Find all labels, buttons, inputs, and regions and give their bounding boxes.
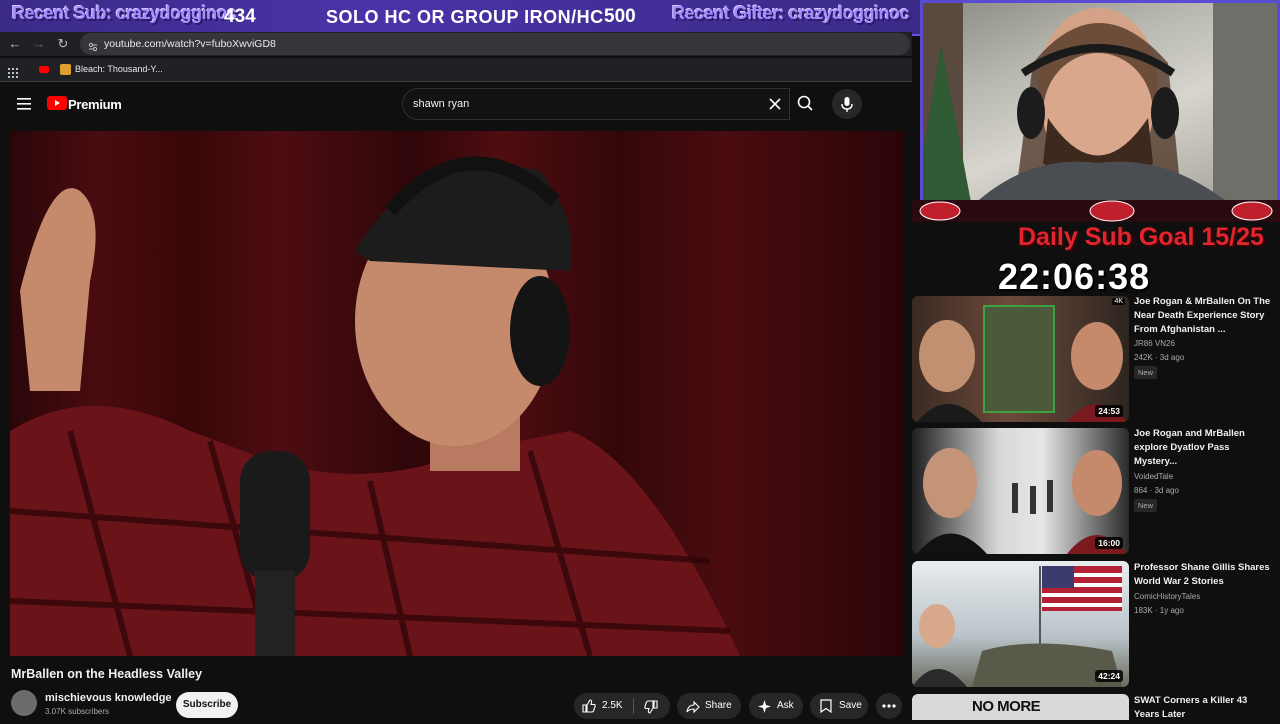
back-arrow-icon[interactable]: ← — [7, 36, 23, 52]
thumbs-up-icon[interactable] — [582, 699, 596, 713]
recommendation-meta: 183K · 1y ago — [1134, 606, 1184, 615]
recent-gifter-label: Recent Gifter: crazydogginoc — [672, 3, 910, 23]
search-value: shawn ryan — [413, 98, 470, 110]
channel-avatar[interactable] — [11, 690, 37, 716]
akatsuki-cloud-border — [912, 200, 1280, 222]
goal-target: 500 — [604, 6, 636, 27]
bookmark-item[interactable]: Bleach: Thousand-Y... — [75, 64, 163, 74]
video-frame — [10, 156, 740, 656]
overlay-banner: SOLO HC OR GROUP IRON/HC — [326, 7, 604, 27]
search-button[interactable] — [790, 88, 820, 120]
stream-timer: 22:06:38 — [998, 256, 1151, 297]
apps-grid-icon[interactable] — [8, 65, 18, 78]
url-text[interactable]: youtube.com/watch?v=fuboXwviGD8 — [104, 38, 276, 50]
recommendation-meta: 242K · 3d ago — [1134, 353, 1185, 362]
recommendation-thumbnail[interactable]: 16:00 — [912, 428, 1129, 554]
ask-label: Ask — [777, 700, 794, 711]
thumbnail-text: NO MORE — [972, 698, 1041, 715]
video-duration: 24:53 — [1095, 405, 1123, 417]
share-icon — [686, 700, 700, 714]
recent-sub-label: Recent Sub: crazydogginoc — [12, 3, 237, 23]
youtube-logo-icon[interactable] — [47, 96, 67, 110]
recommendation-title[interactable]: Professor Shane Gillis Shares World War … — [1134, 561, 1274, 589]
forward-arrow-icon[interactable]: → — [31, 36, 47, 52]
video-duration: 16:00 — [1095, 537, 1123, 549]
new-badge: New — [1134, 499, 1158, 512]
video-title: MrBallen on the Headless Valley — [11, 667, 203, 681]
subscribe-button[interactable]: Subscribe — [176, 692, 238, 718]
recommendation-channel[interactable]: JR86 VN26 — [1134, 339, 1175, 348]
save-label: Save — [839, 700, 862, 711]
new-badge: New — [1134, 366, 1158, 379]
like-divider — [633, 698, 634, 714]
share-label: Share — [705, 700, 732, 711]
sparkle-icon — [758, 700, 771, 713]
menu-icon[interactable] — [17, 97, 31, 110]
bookmark-icon — [820, 699, 832, 714]
daily-sub-goal: Daily Sub Goal 15/25 — [1018, 223, 1264, 251]
site-info-icon[interactable] — [88, 39, 98, 52]
more-actions-button[interactable] — [876, 693, 902, 719]
recommendation-title[interactable]: Joe Rogan and MrBallen explore Dyatlov P… — [1134, 427, 1274, 469]
more-horizontal-icon — [882, 704, 896, 708]
reload-icon[interactable]: ↻ — [55, 36, 71, 52]
recommendation-channel[interactable]: ComicHistoryTales — [1134, 592, 1200, 601]
recommendation-thumbnail[interactable]: NO MORE — [912, 694, 1129, 720]
quality-badge: 4K — [1112, 298, 1125, 305]
voice-search-button[interactable] — [832, 89, 862, 119]
video-player[interactable] — [10, 131, 903, 656]
youtube-bookmark-icon[interactable] — [39, 66, 49, 73]
recommendation-title[interactable]: SWAT Corners a Killer 43 Years Later — [1134, 694, 1274, 722]
search-icon — [797, 95, 813, 111]
clear-search-icon[interactable] — [768, 97, 782, 111]
goal-current: 434 — [224, 6, 256, 27]
subscriber-count: 3.07K subscribers — [45, 707, 110, 716]
recommendation-channel[interactable]: VoidedTale — [1134, 472, 1173, 481]
logo-premium-text[interactable]: Premium — [68, 97, 122, 112]
thumbs-down-icon[interactable] — [644, 700, 658, 714]
webcam-feed — [923, 3, 1277, 215]
recommendation-meta: 864 · 3d ago — [1134, 486, 1179, 495]
mic-icon — [841, 97, 853, 112]
recommendation-thumbnail[interactable]: 42:24 — [912, 561, 1129, 687]
recommendation-title[interactable]: Joe Rogan & MrBallen On The Near Death E… — [1134, 295, 1274, 337]
channel-name[interactable]: mischievous knowledge — [45, 692, 172, 704]
bookmark-favicon — [60, 64, 71, 75]
recommendation-thumbnail[interactable]: 4K 24:53 — [912, 296, 1129, 422]
webcam-overlay — [920, 0, 1280, 218]
like-count[interactable]: 2.5K — [602, 693, 623, 719]
video-duration: 42:24 — [1095, 670, 1123, 682]
